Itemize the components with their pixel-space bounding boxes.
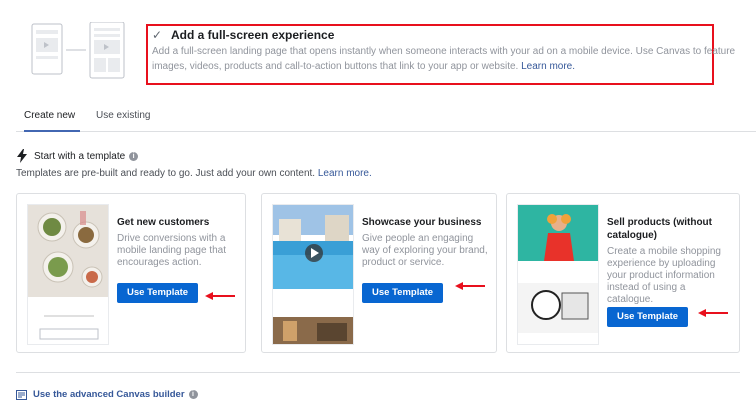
info-icon[interactable]: i (188, 390, 198, 399)
use-template-button[interactable]: Use Template (607, 307, 689, 327)
card-title: Sell products (without catalogue) (607, 217, 712, 241)
arrow-left-annotation-icon (205, 292, 235, 300)
template-thumbnail (517, 204, 599, 345)
card-body: Sell products (without catalogue) Create… (607, 216, 733, 306)
template-header: Start with a template i (16, 149, 139, 163)
card-description: Give people an engaging way of exploring… (362, 233, 488, 268)
fullscreen-description-text: Add a full-screen landing page that open… (152, 46, 736, 72)
use-template-button[interactable]: Use Template (362, 283, 444, 303)
lightning-bolt-icon (17, 149, 27, 163)
fullscreen-toggle-row[interactable]: ✓ Add a full-screen experience (152, 28, 334, 42)
card-description: Create a mobile shopping experience by u… (607, 246, 721, 305)
template-description: Templates are pre-built and ready to go.… (16, 168, 372, 179)
card-description: Drive conversions with a mobile landing … (117, 233, 226, 268)
template-heading: Start with a template (34, 150, 126, 162)
arrow-left-annotation-icon (455, 282, 485, 290)
template-card-showcase-business[interactable]: Showcase your business Give people an en… (261, 193, 497, 353)
advanced-builder-row[interactable]: Use the advanced Canvas builder i (16, 389, 198, 400)
active-tab-indicator (24, 130, 80, 132)
food-thumbnail-image (28, 205, 108, 344)
fullscreen-description: Add a full-screen landing page that open… (152, 44, 752, 74)
card-title: Get new customers (117, 217, 210, 228)
template-thumbnail (272, 204, 354, 345)
tab-create-new[interactable]: Create new (24, 110, 75, 121)
resort-thumbnail-image (273, 205, 353, 344)
use-template-button[interactable]: Use Template (117, 283, 199, 303)
template-learn-more-link[interactable]: Learn more. (318, 168, 372, 179)
info-icon[interactable]: i (129, 151, 139, 161)
fullscreen-section: ✓ Add a full-screen experience Add a ful… (0, 0, 756, 95)
fullscreen-title: Add a full-screen experience (171, 28, 335, 42)
section-divider (16, 372, 740, 373)
fullscreen-learn-more-link[interactable]: Learn more. (521, 61, 575, 72)
template-card-sell-products[interactable]: Sell products (without catalogue) Create… (506, 193, 740, 353)
fullscreen-illustration-icon (31, 22, 125, 79)
template-description-text: Templates are pre-built and ready to go.… (16, 168, 316, 179)
canvas-builder-icon (16, 389, 27, 400)
advanced-builder-link[interactable]: Use the advanced Canvas builder (33, 389, 185, 400)
product-thumbnail-image (518, 205, 598, 344)
template-thumbnail (27, 204, 109, 345)
card-body: Get new customers Drive conversions with… (117, 216, 239, 269)
tab-use-existing[interactable]: Use existing (96, 110, 150, 121)
tab-bar: Create new Use existing (16, 104, 756, 132)
card-title: Showcase your business (362, 217, 482, 228)
checkmark-icon[interactable]: ✓ (152, 29, 164, 41)
template-card-get-new-customers[interactable]: Get new customers Drive conversions with… (16, 193, 246, 353)
card-body: Showcase your business Give people an en… (362, 216, 490, 269)
arrow-left-annotation-icon (698, 309, 728, 317)
